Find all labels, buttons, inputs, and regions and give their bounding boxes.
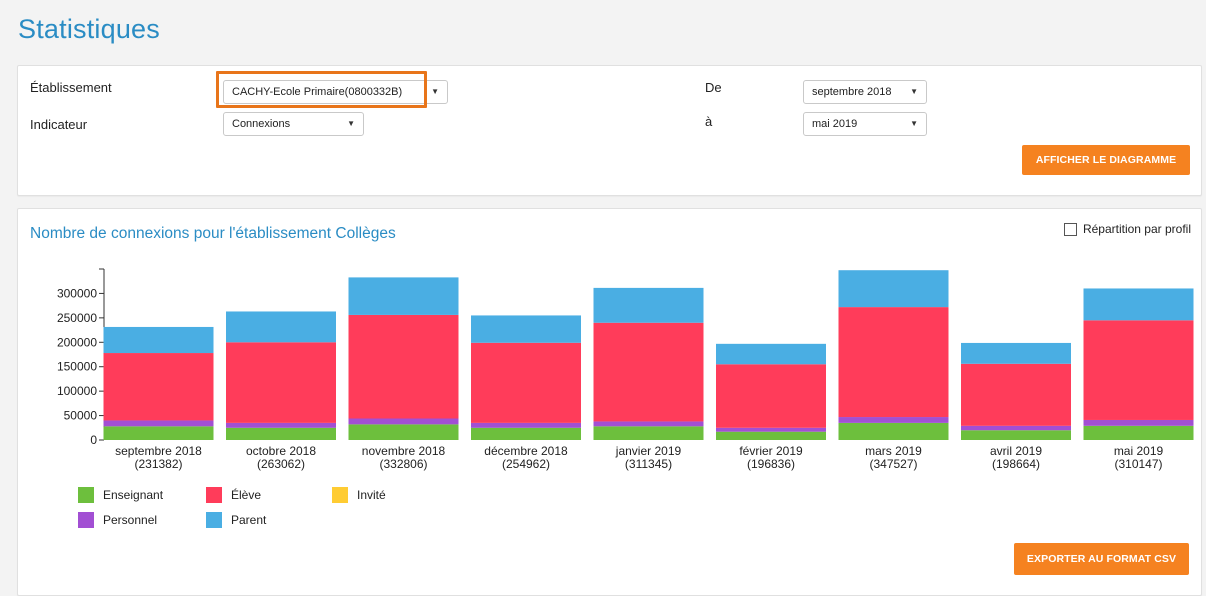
bar-segment-enseignant	[471, 427, 581, 440]
chart-panel: Nombre de connexions pour l'établissemen…	[17, 208, 1202, 596]
legend-label: Enseignant	[103, 488, 164, 502]
de-select[interactable]: septembre 2018 ▼	[803, 80, 927, 104]
bar-segment-élève	[1083, 320, 1194, 420]
bar-segment-personnel	[103, 420, 214, 427]
bar-segment-personnel	[838, 417, 949, 423]
a-select-value: mai 2019	[812, 118, 858, 130]
blue-square-icon	[206, 512, 222, 528]
bar-segment-personnel	[593, 421, 704, 427]
x-tick-label: novembre 2018	[362, 444, 446, 458]
legend-item[interactable]: Enseignant	[78, 487, 163, 503]
bar-segment-enseignant	[348, 424, 459, 440]
bar-segment-parent	[348, 277, 459, 315]
x-tick-label: février 2019	[739, 444, 803, 458]
bar-segment-personnel	[716, 427, 826, 432]
bar-segment-enseignant	[961, 430, 1071, 440]
red-square-icon	[206, 487, 222, 503]
legend-label: Invité	[357, 488, 386, 502]
bar-segment-personnel	[348, 418, 459, 425]
legend-label: Élève	[231, 488, 262, 502]
y-tick-label: 300000	[57, 286, 97, 300]
export-csv-button[interactable]: EXPORTER AU FORMAT CSV	[1014, 543, 1189, 575]
bar-segment-parent	[716, 343, 826, 365]
bar-segment-parent	[471, 315, 581, 343]
x-tick-label: avril 2019	[990, 444, 1042, 458]
green-square-icon	[78, 487, 94, 503]
bar-segment-parent	[226, 311, 336, 343]
bar-segment-élève	[716, 364, 826, 428]
bar-segment-parent	[103, 326, 214, 354]
bar-segment-élève	[838, 307, 949, 418]
show-chart-button[interactable]: AFFICHER LE DIAGRAMME	[1022, 145, 1190, 175]
chevron-down-icon: ▼	[910, 87, 918, 96]
a-label: à	[705, 114, 713, 129]
y-tick-label: 50000	[64, 409, 98, 423]
bar-segment-personnel	[226, 422, 336, 428]
x-tick-total: (310147)	[1114, 457, 1162, 471]
purple-square-icon	[78, 512, 94, 528]
bar-segment-enseignant	[838, 422, 949, 440]
chevron-down-icon: ▼	[910, 119, 918, 128]
bar-segment-enseignant	[226, 427, 336, 440]
x-tick-label: janvier 2019	[615, 444, 682, 458]
x-tick-total: (198664)	[992, 457, 1040, 471]
x-tick-total: (263062)	[257, 457, 305, 471]
x-tick-total: (311345)	[625, 457, 672, 471]
indicateur-select[interactable]: Connexions ▼	[223, 112, 364, 136]
bar-segment-élève	[961, 363, 1071, 426]
legend-item[interactable]: Personnel	[78, 512, 157, 528]
bar-segment-personnel	[471, 422, 581, 428]
bar-segment-élève	[103, 353, 214, 421]
y-tick-label: 0	[90, 433, 97, 447]
bar-segment-élève	[593, 322, 704, 422]
highlight-box	[216, 71, 427, 108]
connections-chart: 0 50000 100000 150000 200000 250000 300000 sept…	[57, 268, 1194, 471]
y-tick-label: 150000	[57, 360, 97, 374]
x-tick-total: (332806)	[379, 457, 427, 471]
bar-segment-personnel	[961, 425, 1071, 431]
legend-item[interactable]: Élève	[206, 487, 261, 503]
page-title: Statistiques	[18, 14, 160, 44]
bar-segment-parent	[838, 270, 949, 308]
bar-segment-parent	[593, 287, 704, 323]
de-select-value: septembre 2018	[812, 86, 892, 98]
etablissement-label: Établissement	[30, 80, 112, 95]
x-tick-label: octobre 2018	[246, 444, 316, 458]
bar-segment-enseignant	[593, 426, 704, 440]
bar-segment-élève	[348, 314, 459, 419]
legend-label: Personnel	[103, 513, 158, 527]
bar-segment-personnel	[1083, 419, 1194, 426]
y-tick-label: 200000	[57, 335, 97, 349]
x-tick-label: mai 2019	[1114, 444, 1164, 458]
chart-legend: Enseignant Élève Invité Personnel Parent	[78, 487, 438, 535]
x-tick-total: (347527)	[869, 457, 917, 471]
de-label: De	[705, 80, 722, 95]
bar-segment-enseignant	[103, 426, 214, 440]
filter-panel: Établissement CACHY-Ecole Primaire(08003…	[17, 65, 1202, 196]
legend-label: Parent	[231, 513, 267, 527]
indicateur-label: Indicateur	[30, 117, 88, 132]
bar-segment-enseignant	[716, 431, 826, 440]
a-select[interactable]: mai 2019 ▼	[803, 112, 927, 136]
bar-segment-élève	[226, 342, 336, 423]
legend-item[interactable]: Invité	[332, 487, 386, 503]
bar-segment-enseignant	[1083, 425, 1194, 440]
x-tick-label: décembre 2018	[484, 444, 568, 458]
legend-item[interactable]: Parent	[206, 512, 266, 528]
y-tick-label: 250000	[57, 311, 97, 325]
x-tick-label: septembre 2018	[115, 444, 202, 458]
indicateur-select-value: Connexions	[232, 118, 291, 130]
chevron-down-icon: ▼	[347, 119, 355, 128]
bar-segment-élève	[471, 342, 581, 423]
y-tick-label: 100000	[57, 384, 97, 398]
bar-segment-parent	[961, 342, 1071, 364]
x-tick-total: (254962)	[502, 457, 550, 471]
x-tick-label: mars 2019	[865, 444, 922, 458]
x-tick-total: (196836)	[747, 457, 795, 471]
chevron-down-icon: ▼	[431, 87, 439, 96]
bar-segment-parent	[1083, 288, 1194, 321]
x-tick-total: (231382)	[134, 457, 182, 471]
yellow-square-icon	[332, 487, 348, 503]
